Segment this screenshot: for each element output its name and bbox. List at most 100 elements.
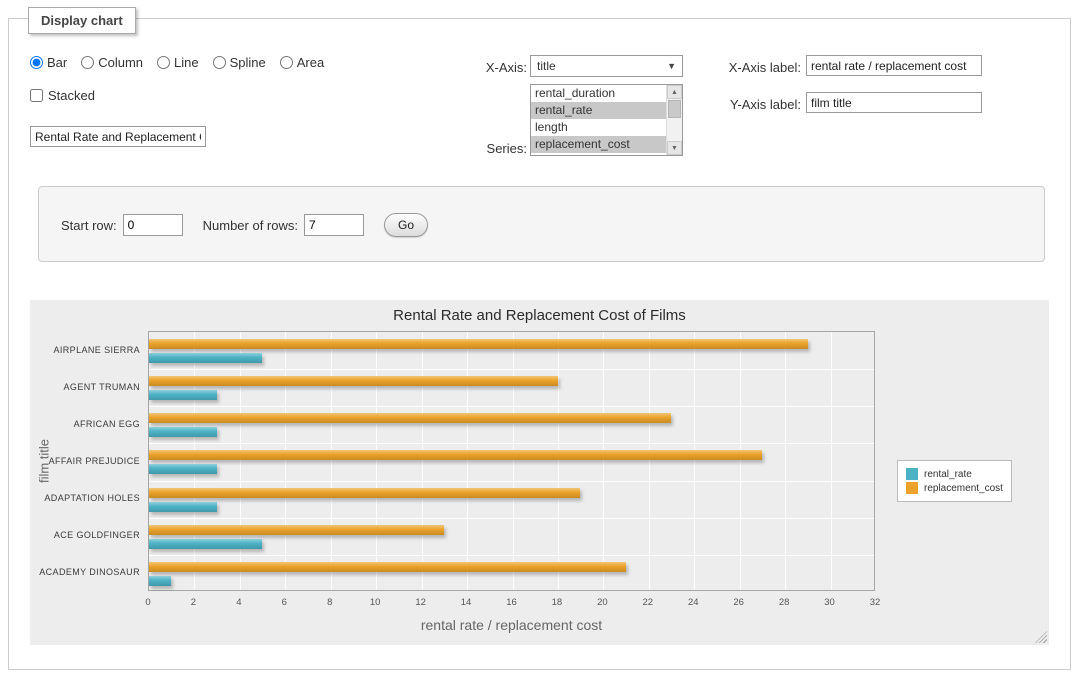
chart-type-line-radio[interactable]	[157, 56, 170, 69]
x-tick-label: 0	[133, 597, 163, 608]
x-tick-label: 22	[633, 597, 663, 608]
chart-title: Rental Rate and Replacement Cost of Film…	[30, 307, 1049, 324]
chart-type-spline[interactable]: Spline	[213, 55, 266, 70]
gridline	[149, 369, 874, 370]
bar-replacement_cost	[149, 450, 762, 460]
x-axis-title: rental rate / replacement cost	[148, 617, 875, 633]
x-tick-label: 2	[178, 597, 208, 608]
x-tick-label: 20	[587, 597, 617, 608]
gridline	[149, 406, 874, 407]
legend-label: rental_rate	[924, 469, 972, 480]
gridline	[194, 332, 195, 590]
row-range-controls: Start row: Number of rows: Go	[61, 213, 428, 237]
gridline	[285, 332, 286, 590]
legend-label: replacement_cost	[924, 483, 1003, 494]
series-multiselect[interactable]: rental_duration rental_rate length repla…	[530, 84, 683, 156]
x-axis-label-input[interactable]	[806, 55, 982, 76]
x-tick-label: 12	[406, 597, 436, 608]
gridline	[331, 332, 332, 590]
stacked-checkbox[interactable]	[30, 89, 43, 102]
chart-type-area-radio[interactable]	[280, 56, 293, 69]
gridline	[467, 332, 468, 590]
chart-type-bar[interactable]: Bar	[30, 55, 67, 70]
bar-replacement_cost	[149, 525, 444, 535]
x-tick-label: 6	[269, 597, 299, 608]
chart-title-input[interactable]	[30, 126, 206, 147]
gridline	[376, 332, 377, 590]
category-label: AGENT TRUMAN	[30, 382, 140, 392]
chevron-down-icon: ▼	[667, 61, 676, 71]
x-axis-label-field-label: X-Axis label:	[700, 60, 801, 75]
series-options: rental_duration rental_rate length repla…	[531, 85, 666, 155]
x-tick-label: 18	[542, 597, 572, 608]
series-option-length[interactable]: length	[531, 119, 666, 136]
y-axis-label-field-label: Y-Axis label:	[700, 97, 801, 112]
y-axis-label-input[interactable]	[806, 92, 982, 113]
gridline	[785, 332, 786, 590]
chart-type-bar-label: Bar	[47, 55, 67, 70]
legend-swatch	[906, 468, 918, 480]
start-row-input[interactable]	[123, 214, 183, 236]
gridline	[513, 332, 514, 590]
category-label: AFRICAN EGG	[30, 419, 140, 429]
x-axis-label-text: X-Axis:	[440, 60, 527, 75]
chart-legend: rental_rate replacement_cost	[897, 460, 1012, 502]
stacked-option[interactable]: Stacked	[30, 88, 95, 103]
gridline	[149, 555, 874, 556]
x-axis-select[interactable]: title ▼	[530, 55, 683, 77]
start-row-label: Start row:	[61, 218, 117, 233]
chart-type-area-label: Area	[297, 55, 324, 70]
row-range-panel: Start row: Number of rows: Go	[38, 186, 1045, 262]
chart-type-bar-radio[interactable]	[30, 56, 43, 69]
bar-rental_rate	[149, 539, 262, 549]
chart-type-spline-radio[interactable]	[213, 56, 226, 69]
resize-grip-icon[interactable]	[1035, 631, 1047, 643]
x-tick-label: 26	[724, 597, 754, 608]
gridline	[240, 332, 241, 590]
gridline	[149, 481, 874, 482]
bar-replacement_cost	[149, 413, 671, 423]
x-tick-label: 8	[315, 597, 345, 608]
fieldset-legend: Display chart	[28, 7, 136, 34]
num-rows-input[interactable]	[304, 214, 364, 236]
x-axis-selected-value: title	[537, 59, 556, 73]
chart-type-line[interactable]: Line	[157, 55, 199, 70]
legend-swatch	[906, 482, 918, 494]
gridline	[149, 518, 874, 519]
gridline	[558, 332, 559, 590]
category-label: ACADEMY DINOSAUR	[30, 567, 140, 577]
plot-area	[148, 331, 875, 591]
series-option-rental-duration[interactable]: rental_duration	[531, 85, 666, 102]
go-button[interactable]: Go	[384, 213, 428, 237]
gridline	[740, 332, 741, 590]
series-option-rental-rate[interactable]: rental_rate	[531, 102, 666, 119]
bar-replacement_cost	[149, 488, 580, 498]
scroll-up-icon[interactable]: ▲	[667, 85, 682, 99]
chart-type-line-label: Line	[174, 55, 199, 70]
x-tick-label: 10	[360, 597, 390, 608]
chart-type-area[interactable]: Area	[280, 55, 324, 70]
chart-type-column[interactable]: Column	[81, 55, 143, 70]
num-rows-label: Number of rows:	[203, 218, 298, 233]
bar-replacement_cost	[149, 376, 558, 386]
category-label: ACE GOLDFINGER	[30, 530, 140, 540]
chart-type-column-radio[interactable]	[81, 56, 94, 69]
x-tick-label: 28	[769, 597, 799, 608]
x-tick-label: 16	[497, 597, 527, 608]
bar-rental_rate	[149, 464, 217, 474]
legend-item: rental_rate	[906, 468, 1003, 480]
chart-type-spline-label: Spline	[230, 55, 266, 70]
series-option-replacement-cost[interactable]: replacement_cost	[531, 136, 666, 153]
chart-type-group: Bar Column Line Spline Area	[30, 55, 324, 70]
series-scrollbar[interactable]: ▲ ▼	[666, 85, 682, 155]
bar-rental_rate	[149, 576, 171, 586]
gridline	[422, 332, 423, 590]
bar-rental_rate	[149, 427, 217, 437]
x-tick-label: 4	[224, 597, 254, 608]
bar-rental_rate	[149, 353, 262, 363]
bar-rental_rate	[149, 502, 217, 512]
display-chart-page: Display chart Bar Column Line Spline Are…	[0, 0, 1081, 681]
scroll-down-icon[interactable]: ▼	[667, 141, 682, 155]
category-label: ADAPTATION HOLES	[30, 493, 140, 503]
scrollbar-thumb[interactable]	[668, 100, 681, 118]
